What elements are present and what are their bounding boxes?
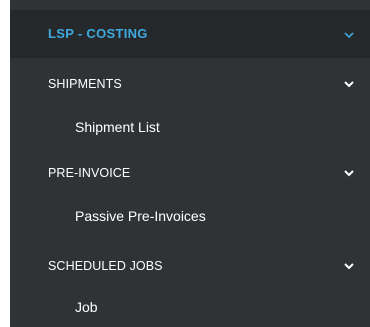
sidebar-item-shipment-list[interactable]: Shipment List [10, 112, 370, 142]
sidebar-section-scheduled-jobs[interactable]: SCHEDULED JOBS [10, 251, 370, 281]
sidebar-section-shipments[interactable]: SHIPMENTS [10, 69, 370, 99]
module-header-lsp-costing[interactable]: LSP - COSTING [10, 10, 370, 58]
sidebar-item-label: Shipment List [75, 119, 160, 135]
chevron-down-icon [343, 167, 355, 179]
sidebar: LSP - COSTING SHIPMENTS Shipment List PR… [10, 0, 370, 327]
module-label: LSP - COSTING [48, 26, 148, 41]
chevron-down-icon [343, 260, 355, 272]
chevron-down-icon [343, 78, 355, 90]
sidebar-item-label: Job [75, 299, 98, 315]
section-label: PRE-INVOICE [48, 166, 131, 180]
sidebar-item-passive-pre-invoices[interactable]: Passive Pre-Invoices [10, 201, 370, 231]
sidebar-section-pre-invoice[interactable]: PRE-INVOICE [10, 158, 370, 188]
sidebar-item-job[interactable]: Job [10, 292, 370, 322]
section-label: SHIPMENTS [48, 77, 122, 91]
sidebar-item-label: Passive Pre-Invoices [75, 208, 206, 224]
chevron-down-icon [343, 29, 355, 41]
section-label: SCHEDULED JOBS [48, 259, 163, 273]
